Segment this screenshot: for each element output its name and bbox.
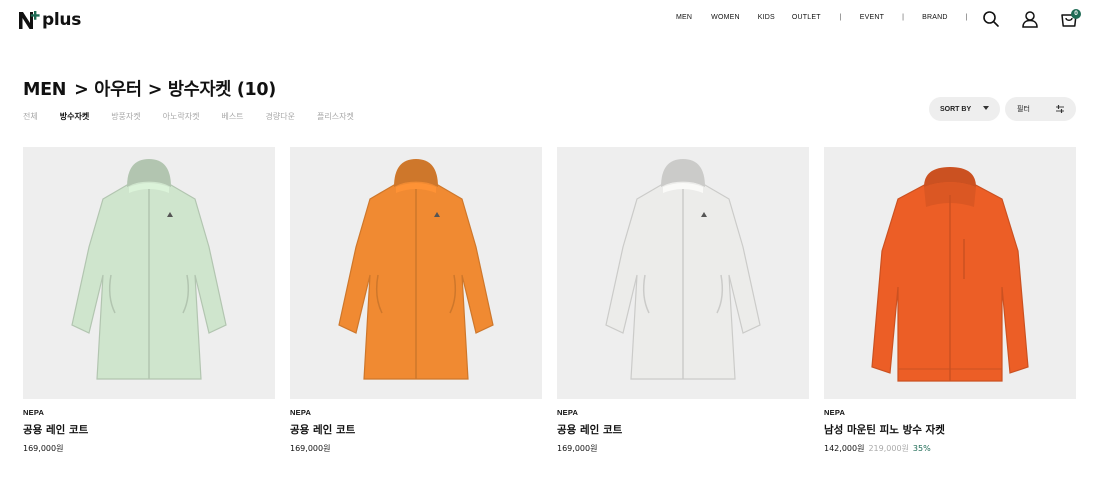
logo-mark-icon (19, 11, 40, 29)
tab-fleece[interactable]: 플리스자켓 (317, 111, 354, 122)
tab-vest[interactable]: 베스트 (221, 111, 243, 122)
tab-light-down[interactable]: 경량다운 (266, 111, 295, 122)
filter-button[interactable]: 필터 (1005, 97, 1076, 121)
site-header: plus MEN WOMEN KIDS OUTLET | EVENT | BRA… (0, 0, 1093, 40)
tab-windbreaker[interactable]: 방풍자켓 (111, 111, 140, 122)
nav-outlet[interactable]: OUTLET (792, 14, 821, 21)
tab-anorak[interactable]: 아노락자켓 (163, 111, 200, 122)
filter-sliders-icon (1056, 105, 1064, 113)
logo-text: plus (42, 10, 82, 30)
product-brand: NEPA (23, 408, 45, 417)
product-price-row: 169,000원 (557, 443, 809, 454)
product-brand: NEPA (557, 408, 579, 417)
product-card[interactable]: NEPA 공용 레인 코트 169,000원 (557, 147, 809, 454)
product-price: 169,000원 (557, 444, 598, 453)
sort-by-button[interactable]: SORT BY (929, 97, 1000, 121)
product-card[interactable]: NEPA 공용 레인 코트 169,000원 (23, 147, 275, 454)
product-brand: NEPA (824, 408, 846, 417)
raincoat-image (338, 159, 494, 380)
breadcrumb-current: > 방수자켓 (10) (147, 80, 277, 100)
raincoat-image (71, 159, 227, 380)
product-price-row: 169,000원 (290, 443, 542, 454)
nav-women[interactable]: WOMEN (711, 14, 740, 21)
nav-kids[interactable]: KIDS (758, 14, 775, 21)
product-original-price: 219,000원 (868, 444, 909, 453)
nav-event[interactable]: EVENT (860, 14, 884, 21)
sort-by-label: SORT BY (940, 105, 972, 113)
chevron-down-icon (983, 106, 989, 110)
breadcrumb-outer[interactable]: > 아우터 (74, 80, 142, 100)
logo[interactable]: plus (18, 8, 81, 32)
product-name[interactable]: 남성 마운틴 피노 방수 자켓 (824, 422, 1076, 437)
nav-brand[interactable]: BRAND (922, 14, 948, 21)
filter-label: 필터 (1017, 105, 1030, 113)
product-price: 142,000원 (824, 444, 865, 453)
product-image[interactable] (557, 147, 809, 399)
product-price-row: 169,000원 (23, 443, 275, 454)
product-card[interactable]: NEPA 남성 마운틴 피노 방수 자켓 142,000원 219,000원 35% (824, 147, 1076, 454)
product-image[interactable] (23, 147, 275, 399)
product-price: 169,000원 (23, 444, 64, 453)
tab-waterproof-jacket[interactable]: 방수자켓 (60, 111, 89, 122)
nav-separator: | (839, 14, 842, 21)
nav-separator: | (965, 14, 968, 21)
user-icon[interactable] (1021, 10, 1039, 28)
search-icon[interactable] (982, 10, 1000, 28)
jacket-image (871, 167, 1029, 382)
product-image[interactable] (290, 147, 542, 399)
product-price-row: 142,000원 219,000원 35% (824, 443, 1076, 454)
page-title: MEN > 아우터 > 방수자켓 (10) (23, 76, 276, 101)
main-nav: MEN WOMEN KIDS OUTLET | EVENT | BRAND | (676, 14, 968, 21)
raincoat-image (605, 159, 761, 380)
product-name[interactable]: 공용 레인 코트 (23, 422, 275, 437)
product-price: 169,000원 (290, 444, 331, 453)
nav-men[interactable]: MEN (676, 14, 692, 21)
product-name[interactable]: 공용 레인 코트 (290, 422, 542, 437)
cart-count-badge: 0 (1071, 9, 1081, 19)
product-name[interactable]: 공용 레인 코트 (557, 422, 809, 437)
product-brand: NEPA (290, 408, 312, 417)
tab-all[interactable]: 전체 (23, 111, 38, 122)
product-card[interactable]: NEPA 공용 레인 코트 169,000원 (290, 147, 542, 454)
breadcrumb-category[interactable]: MEN (23, 80, 66, 100)
product-discount: 35% (912, 444, 931, 453)
nav-separator: | (902, 14, 905, 21)
product-image[interactable] (824, 147, 1076, 399)
subcategory-tabs: 전체 방수자켓 방풍자켓 아노락자켓 베스트 경량다운 플리스자켓 (23, 111, 376, 122)
